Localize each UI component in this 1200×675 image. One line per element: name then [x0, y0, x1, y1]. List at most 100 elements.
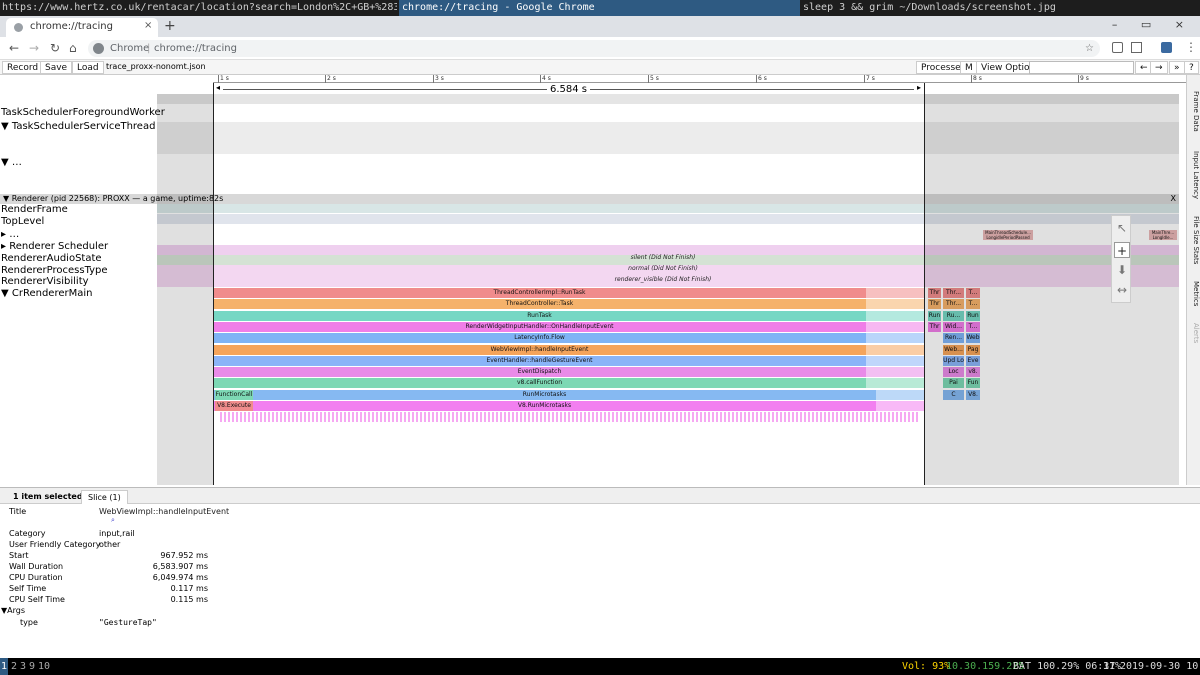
kebab-menu-icon[interactable]: ⋮	[1185, 40, 1197, 54]
ruler-tick: 1 s	[218, 75, 229, 83]
mouse-mode-palette: ↖ + ⬇ ↔	[1111, 215, 1131, 303]
trace-slice[interactable]: RunMicrotasks	[213, 389, 876, 400]
zoom-mode-icon[interactable]: +	[1114, 242, 1130, 258]
trace-slice[interactable]: EventDispatch	[213, 367, 866, 378]
selection-end-marker[interactable]	[924, 83, 925, 485]
tab-chrome-tracing[interactable]: chrome://tracing ×	[6, 18, 158, 37]
track-label-ts-service[interactable]: ▼ TaskSchedulerServiceThread	[1, 121, 155, 132]
microtask-ticks[interactable]	[220, 412, 920, 423]
timing-mode-icon[interactable]: ↔	[1114, 282, 1130, 298]
terminal-window-title[interactable]: sleep 3 && grim ~/Downloads/screenshot.j…	[803, 0, 1200, 16]
sidebar-tab-input-latency[interactable]: Input Latency	[1188, 151, 1200, 199]
omnibox-separator: |	[147, 43, 151, 54]
load-button[interactable]: Load	[72, 61, 104, 74]
inactive-window-title[interactable]: https://www.hertz.co.uk/rentacar/locatio…	[2, 0, 397, 16]
sidebar-tab-file-size-stats[interactable]: File Size Stats	[1188, 216, 1200, 264]
trace-slice[interactable]: ThreadController::Task	[213, 299, 866, 310]
selection-mode-icon[interactable]: ↖	[1114, 220, 1130, 236]
self-time-value: 0.117 ms	[170, 584, 208, 593]
home-icon[interactable]: ⌂	[69, 41, 77, 55]
trace-slice-tail[interactable]	[876, 389, 924, 400]
ruler-tick: 5 s	[648, 75, 659, 83]
trace-slice[interactable]: v8.callFunction	[213, 378, 866, 389]
args-toggle[interactable]: ▼Args	[1, 606, 25, 615]
find-next-button[interactable]: →	[1150, 61, 1168, 74]
scheme-label: Chrome	[110, 43, 150, 54]
sidebar-tab-alerts[interactable]: Alerts	[1188, 323, 1200, 343]
trace-slice-tail[interactable]	[866, 355, 924, 366]
workspace-2[interactable]: 2	[10, 658, 18, 675]
active-window-title[interactable]: chrome://tracing - Google Chrome	[399, 0, 800, 16]
cpu-duration-value: 6,049.974 ms	[152, 573, 208, 582]
workspace-9[interactable]: 9	[28, 658, 36, 675]
selection-range-indicator: ◂ 6.584 s ▸	[213, 83, 924, 95]
trace-slice[interactable]: EventHandler::handleGestureEvent	[213, 355, 866, 366]
side-panel-tabs: Frame Data Input Latency File Size Stats…	[1186, 75, 1200, 485]
trace-slice[interactable]: ThreadControllerImpl::RunTask	[213, 288, 866, 298]
ruler-tick: 2 s	[325, 75, 336, 83]
trace-slice[interactable]: V8.RunMicrotasks	[213, 401, 876, 411]
window-manager-title-bar: https://www.hertz.co.uk/rentacar/locatio…	[0, 0, 1200, 16]
cast-icon[interactable]	[1131, 42, 1142, 53]
expand-sidebar-button[interactable]: »	[1169, 61, 1185, 74]
address-bar[interactable]: Chrome | chrome://tracing ☆	[88, 40, 1100, 57]
bookmark-star-icon[interactable]: ☆	[1085, 40, 1094, 57]
track-label-renderer-scheduler[interactable]: ▸ Renderer Scheduler	[1, 241, 108, 252]
help-button[interactable]: ?	[1184, 61, 1199, 74]
pocket-icon[interactable]	[1112, 42, 1123, 53]
ruler-tick: 4 s	[540, 75, 551, 83]
track-label-ts-foreground: TaskSchedulerForegroundWorker	[1, 107, 165, 118]
arg-value: "GestureTap"	[99, 618, 157, 627]
trace-slice-tail[interactable]	[876, 401, 924, 411]
volume-status: Vol: 93%	[902, 661, 951, 672]
time-ruler[interactable]: 1 s 2 s 3 s 4 s 5 s 6 s 7 s 8 s 9 s	[213, 75, 1186, 83]
record-button[interactable]: Record	[2, 61, 44, 74]
tab-close-icon[interactable]: ×	[144, 20, 152, 31]
url-text[interactable]: chrome://tracing	[154, 40, 237, 57]
timeline-view[interactable]: 1 s 2 s 3 s 4 s 5 s 6 s 7 s 8 s 9 s ◂ 6.…	[0, 75, 1186, 485]
workspace-3[interactable]: 3	[19, 658, 27, 675]
prop-label: Self Time	[9, 584, 47, 593]
track-label-collapsed-group[interactable]: ▸ …	[1, 229, 19, 240]
back-arrow-icon[interactable]: ←	[9, 41, 19, 55]
start-value: 967.952 ms	[160, 551, 208, 560]
trace-slice[interactable]: RunTask	[213, 310, 866, 321]
reload-icon[interactable]: ↻	[50, 41, 60, 55]
trace-slice-tail[interactable]	[866, 344, 924, 355]
workspace-10[interactable]: 10	[37, 658, 51, 675]
trace-slice[interactable]: WebViewImpl::handleInputEvent	[213, 344, 866, 355]
profile-avatar-icon[interactable]	[1161, 42, 1172, 53]
trace-slice-tail[interactable]	[866, 333, 924, 344]
prop-label: CPU Self Time	[9, 595, 65, 604]
track-label-collapsed-group[interactable]: ▼ …	[1, 157, 22, 168]
status-bar: 1 2 3 9 10 Vol: 93% 10.30.159.225 BAT 10…	[0, 658, 1200, 675]
trace-slice-tail[interactable]	[866, 288, 924, 298]
trace-slice[interactable]: FunctionCall	[215, 389, 253, 400]
window-controls[interactable]: – ▭ ×	[1112, 18, 1194, 31]
save-button[interactable]: Save	[40, 61, 73, 74]
new-tab-button[interactable]: +	[164, 18, 176, 34]
trace-slice-tail[interactable]	[866, 310, 924, 321]
search-link-icon[interactable]: ⌕	[111, 516, 115, 525]
prop-label: Title	[9, 507, 27, 516]
trace-slice[interactable]: LatencyInfo.Flow	[213, 333, 866, 344]
trace-slice[interactable]: RenderWidgetInputHandler::OnHandleInputE…	[213, 321, 866, 332]
trace-slice-tail[interactable]	[866, 378, 924, 389]
find-input[interactable]	[1029, 61, 1134, 74]
selection-start-marker[interactable]	[213, 83, 214, 485]
sidebar-tab-frame-data[interactable]: Frame Data	[1188, 91, 1200, 132]
forward-arrow-icon[interactable]: →	[29, 41, 39, 55]
track-label-visibility: RendererVisibility	[1, 276, 89, 287]
trace-slice-tail[interactable]	[866, 321, 924, 332]
trace-slice-tail[interactable]	[866, 299, 924, 310]
track-label-crrenderermain[interactable]: ▼ CrRendererMain	[1, 288, 92, 299]
sidebar-tab-metrics[interactable]: Metrics	[1188, 281, 1200, 306]
ruler-tick: 8 s	[971, 75, 982, 83]
tab-slice[interactable]: Slice (1)	[81, 490, 128, 504]
trace-slice-tail[interactable]	[866, 367, 924, 378]
out-of-range-shade-left	[157, 94, 214, 485]
workspace-1[interactable]: 1	[0, 658, 9, 675]
title-value[interactable]: WebViewImpl::handleInputEvent	[99, 507, 229, 516]
trace-slice[interactable]: V8.Execute	[215, 401, 253, 411]
pan-mode-icon[interactable]: ⬇	[1114, 262, 1130, 278]
